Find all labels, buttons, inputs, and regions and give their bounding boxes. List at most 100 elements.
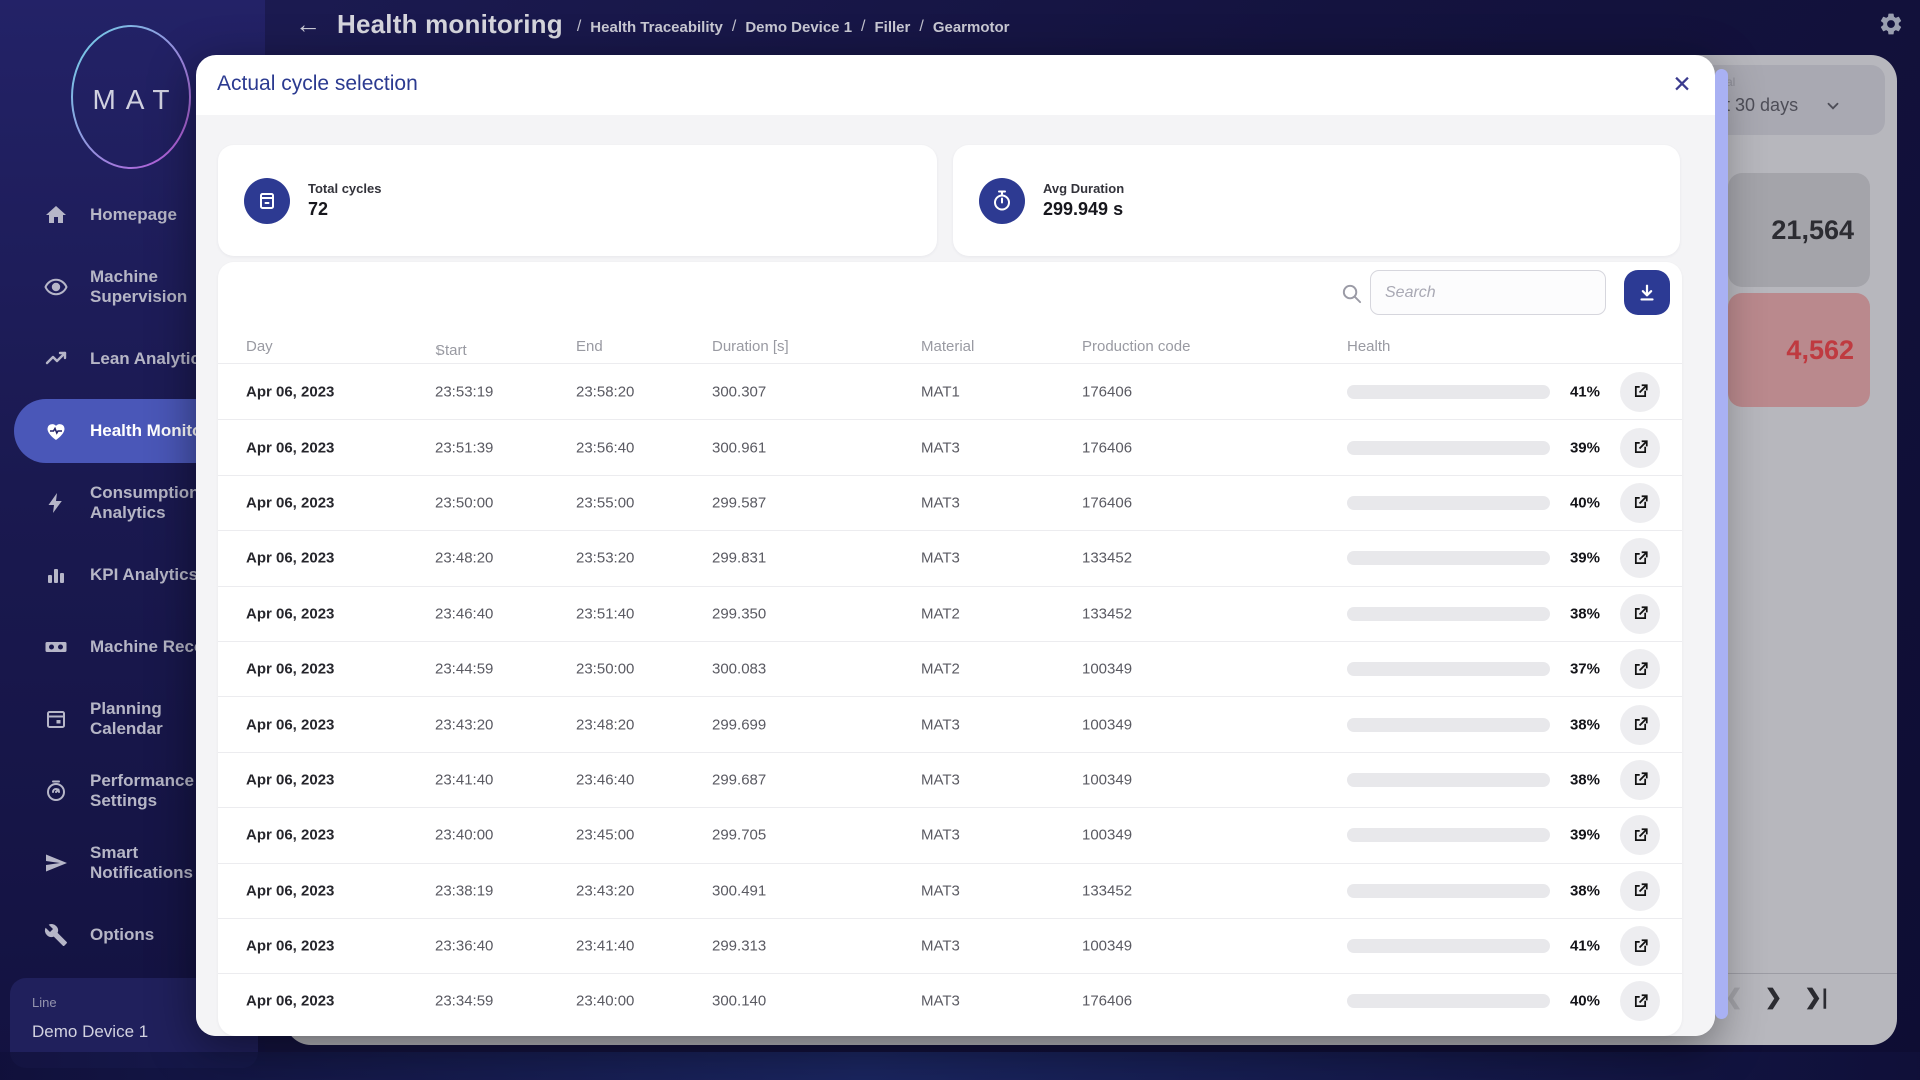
cell-end: 23:50:00: [576, 661, 634, 678]
open-cycle-button[interactable]: [1620, 871, 1660, 911]
table-row[interactable]: Apr 06, 202323:44:5923:50:00300.083MAT21…: [218, 641, 1682, 696]
breadcrumb-item[interactable]: Filler: [875, 19, 911, 36]
avg-duration-value: 299.949 s: [1043, 199, 1124, 220]
cell-end: 23:56:40: [576, 439, 634, 456]
gauge-icon: [44, 779, 68, 803]
sort-down-icon: ↓: [435, 342, 443, 359]
wrench-icon: [44, 923, 68, 947]
table-header-row: Day Start ↓ End Duration [s] Material Pr…: [218, 334, 1682, 364]
cell-production-code: 176406: [1082, 383, 1132, 400]
page-title: Health monitoring: [337, 9, 563, 40]
pagination-divider: [1728, 973, 1897, 974]
calendar-icon: [44, 707, 68, 731]
table-row[interactable]: Apr 06, 202323:34:5923:40:00300.140MAT31…: [218, 973, 1682, 1028]
cell-start: 23:50:00: [435, 494, 493, 511]
sidebar-item-label: Smart Notifications: [90, 843, 193, 883]
table-row[interactable]: Apr 06, 202323:40:0023:45:00299.705MAT31…: [218, 807, 1682, 862]
open-cycle-button[interactable]: [1620, 483, 1660, 523]
sidebar-item-label: Lean Analytics: [90, 349, 209, 369]
open-cycle-button[interactable]: [1620, 981, 1660, 1021]
open-cycle-button[interactable]: [1620, 815, 1660, 855]
table-row[interactable]: Apr 06, 202323:36:4023:41:40299.313MAT31…: [218, 918, 1682, 973]
cell-production-code: 100349: [1082, 827, 1132, 844]
cell-production-code: 176406: [1082, 993, 1132, 1010]
open-cycle-button[interactable]: [1620, 538, 1660, 578]
cell-day: Apr 06, 2023: [246, 882, 334, 899]
sidebar-item-label: Homepage: [90, 205, 177, 225]
open-in-new-icon: [1631, 881, 1650, 900]
col-material[interactable]: Material: [921, 338, 974, 355]
breadcrumb-item[interactable]: Health Traceability: [590, 19, 723, 36]
health-bar: [1347, 939, 1550, 953]
health-percent: 41%: [1538, 383, 1600, 400]
back-arrow-icon[interactable]: ←: [295, 11, 321, 37]
gear-icon[interactable]: [1878, 11, 1904, 37]
open-in-new-icon: [1631, 715, 1650, 734]
cell-start: 23:44:59: [435, 661, 493, 678]
cell-duration: 300.307: [712, 383, 766, 400]
page-next-icon[interactable]: ❯: [1765, 985, 1783, 1010]
col-duration[interactable]: Duration [s]: [712, 338, 789, 355]
cell-day: Apr 06, 2023: [246, 550, 334, 567]
cell-duration: 300.491: [712, 882, 766, 899]
table-row[interactable]: Apr 06, 202323:41:4023:46:40299.687MAT31…: [218, 752, 1682, 807]
cell-end: 23:55:00: [576, 494, 634, 511]
col-day[interactable]: Day: [246, 338, 273, 355]
sidebar-item-label: Planning Calendar: [90, 699, 163, 739]
health-percent: 39%: [1538, 439, 1600, 456]
open-cycle-button[interactable]: [1620, 594, 1660, 634]
page-last-icon[interactable]: ❯|: [1804, 985, 1827, 1010]
table-row[interactable]: Apr 06, 202323:48:2023:53:20299.831MAT31…: [218, 530, 1682, 585]
open-cycle-button[interactable]: [1620, 926, 1660, 966]
health-percent: 39%: [1538, 550, 1600, 567]
open-cycle-button[interactable]: [1620, 428, 1660, 468]
search-input[interactable]: [1370, 270, 1606, 315]
eye-icon: [44, 275, 68, 299]
open-cycle-button[interactable]: [1620, 372, 1660, 412]
cell-start: 23:51:39: [435, 439, 493, 456]
cell-duration: 299.687: [712, 771, 766, 788]
cell-end: 23:43:20: [576, 882, 634, 899]
table-row[interactable]: Apr 06, 202323:53:1923:58:20300.307MAT11…: [218, 364, 1682, 419]
cell-day: Apr 06, 2023: [246, 716, 334, 733]
cell-duration: 300.140: [712, 993, 766, 1010]
table-row[interactable]: Apr 06, 202323:38:1923:43:20300.491MAT31…: [218, 863, 1682, 918]
cell-duration: 300.083: [712, 661, 766, 678]
cell-production-code: 100349: [1082, 938, 1132, 955]
open-cycle-button[interactable]: [1620, 649, 1660, 689]
cell-day: Apr 06, 2023: [246, 494, 334, 511]
total-cycles-label: Total cycles: [308, 181, 381, 196]
col-end[interactable]: End: [576, 338, 603, 355]
cell-production-code: 133452: [1082, 882, 1132, 899]
modal-scrollbar[interactable]: [1715, 69, 1728, 1019]
breadcrumb: /Health Traceability/Demo Device 1/Fille…: [577, 18, 1010, 36]
table-row[interactable]: Apr 06, 202323:50:0023:55:00299.587MAT31…: [218, 475, 1682, 530]
health-bar: [1347, 496, 1550, 510]
cell-day: Apr 06, 2023: [246, 605, 334, 622]
breadcrumb-item[interactable]: Gearmotor: [933, 19, 1010, 36]
table-row[interactable]: Apr 06, 202323:51:3923:56:40300.961MAT31…: [218, 419, 1682, 474]
health-bar: [1347, 607, 1550, 621]
col-production-code[interactable]: Production code: [1082, 338, 1190, 355]
cell-material: MAT3: [921, 882, 960, 899]
table-row[interactable]: Apr 06, 202323:46:4023:51:40299.350MAT21…: [218, 586, 1682, 641]
cell-day: Apr 06, 2023: [246, 993, 334, 1010]
breadcrumb-item[interactable]: Demo Device 1: [745, 19, 852, 36]
open-in-new-icon: [1631, 992, 1650, 1011]
cell-end: 23:46:40: [576, 771, 634, 788]
cell-duration: 300.961: [712, 439, 766, 456]
health-percent: 37%: [1538, 661, 1600, 678]
avg-duration-label: Avg Duration: [1043, 181, 1124, 196]
cell-end: 23:45:00: [576, 827, 634, 844]
open-cycle-button[interactable]: [1620, 705, 1660, 745]
cell-duration: 299.831: [712, 550, 766, 567]
open-cycle-button[interactable]: [1620, 760, 1660, 800]
open-in-new-icon: [1631, 382, 1650, 401]
home-icon: [44, 203, 68, 227]
avg-duration-card: Avg Duration 299.949 s: [953, 145, 1680, 256]
table-row[interactable]: Apr 06, 202323:43:2023:48:20299.699MAT31…: [218, 696, 1682, 751]
close-icon[interactable]: ✕: [1663, 65, 1701, 103]
download-button[interactable]: [1624, 270, 1670, 315]
col-health[interactable]: Health: [1347, 338, 1390, 355]
health-percent: 38%: [1538, 771, 1600, 788]
